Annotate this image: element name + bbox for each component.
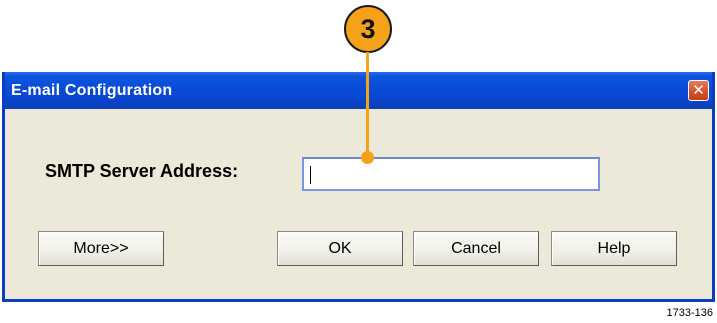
callout-number-badge: 3 [344, 5, 392, 53]
smtp-server-address-label: SMTP Server Address: [45, 161, 239, 181]
callout-leader-dot [361, 151, 374, 164]
help-button[interactable]: Help [551, 231, 677, 266]
email-configuration-dialog: E-mail Configuration ✕ SMTP Server Addre… [2, 72, 715, 302]
figure-reference-id: 1733-136 [666, 307, 714, 319]
close-icon[interactable]: ✕ [688, 80, 709, 101]
dialog-titlebar[interactable]: E-mail Configuration ✕ [5, 72, 712, 109]
smtp-server-address-input[interactable] [302, 157, 600, 191]
dialog-title: E-mail Configuration [11, 81, 173, 99]
callout-leader-line [366, 52, 369, 158]
cancel-button[interactable]: Cancel [413, 231, 539, 266]
callout-number: 3 [360, 13, 376, 44]
more-button[interactable]: More>> [38, 231, 164, 266]
text-caret [310, 166, 311, 184]
ok-button[interactable]: OK [277, 231, 403, 266]
